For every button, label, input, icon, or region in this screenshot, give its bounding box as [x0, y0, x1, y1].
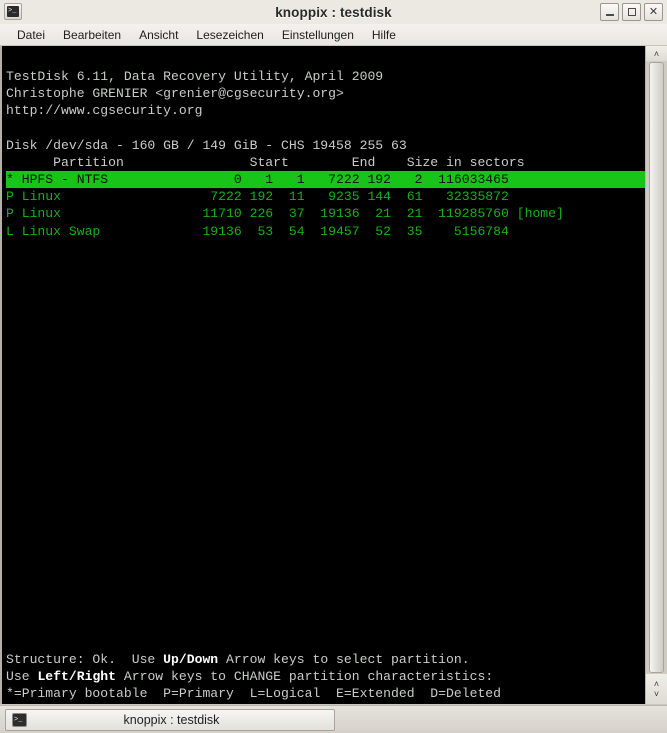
terminal-icon: >_	[12, 712, 27, 727]
menu-bearbeiten[interactable]: Bearbeiten	[54, 26, 130, 44]
terminal-line-app-title: TestDisk 6.11, Data Recovery Utility, Ap…	[6, 69, 384, 85]
scroll-up-icon[interactable]: ˄	[646, 46, 667, 61]
footer-key-a: A	[45, 704, 53, 705]
terminal-icon-glyph: >_	[7, 6, 19, 17]
footer-line-keys: Keys A: add partition, L: load backup, T…	[6, 703, 645, 705]
footer-key-leftright: Left/Right	[37, 669, 117, 685]
terminal-window: >_ knoppix : testdisk ✕ Datei Bearbeiten…	[0, 0, 667, 707]
terminal-line-disk: Disk /dev/sda - 160 GB / 149 GiB - CHS 1…	[6, 137, 407, 153]
menu-einstellungen[interactable]: Einstellungen	[273, 26, 363, 44]
terminal-icon: >_	[4, 3, 22, 20]
minimize-icon	[605, 14, 614, 16]
maximize-icon	[627, 8, 636, 16]
partition-row[interactable]: L Linux Swap 19136 53 54 19457 52 35 515…	[6, 223, 645, 240]
partition-row-selected[interactable]: * HPFS - NTFS 0 1 1 7222 192 2 116033465	[6, 171, 645, 189]
footer-keys-e: : load backup,	[195, 704, 313, 705]
footer-keys-a: Keys	[6, 704, 45, 705]
footer-line-structure: Structure: Ok. Use Up/Down Arrow keys to…	[6, 651, 645, 668]
window-title: knoppix : testdisk	[275, 4, 392, 20]
footer-leftright-a: Use	[6, 669, 38, 685]
terminal-screen[interactable]: TestDisk 6.11, Data Recovery Utility, Ap…	[2, 46, 645, 704]
partition-table-header: Partition Start End Size in sectors	[6, 154, 525, 170]
taskbar: >_ knoppix : testdisk	[0, 705, 667, 733]
minimize-button[interactable]	[600, 3, 619, 21]
partition-row[interactable]: P Linux 11710 226 37 19136 21 21 1192857…	[6, 205, 645, 222]
terminal-scrollbar[interactable]: ˄ ˄ ˅	[645, 46, 667, 704]
desktop: TestDisk DE - CGSec... × co M Google Mai…	[0, 0, 667, 733]
scrollbar-thumb[interactable]	[649, 62, 664, 673]
footer-line-leftright: Use Left/Right Arrow keys to CHANGE part…	[6, 668, 645, 685]
menu-lesezeichen[interactable]: Lesezeichen	[187, 26, 272, 44]
footer-keys-i: : list files,	[446, 704, 548, 705]
menu-hilfe[interactable]: Hilfe	[363, 26, 405, 44]
footer-structure-c: Arrow keys to select partition.	[218, 652, 470, 668]
menu-datei[interactable]: Datei	[8, 26, 54, 44]
menu-ansicht[interactable]: Ansicht	[130, 26, 187, 44]
terminal-line-url: http://www.cgsecurity.org	[6, 103, 203, 119]
menubar: Datei Bearbeiten Ansicht Lesezeichen Ein…	[0, 24, 667, 46]
footer-key-p: P	[438, 704, 446, 705]
partition-row[interactable]: P Linux 7222 192 11 9235 144 61 32335872	[6, 188, 645, 205]
scroll-down-icon[interactable]: ˅	[654, 689, 659, 699]
scrollbar-track[interactable]	[646, 61, 667, 674]
footer-structure-a: Structure: Ok. Use	[6, 652, 164, 668]
close-button[interactable]: ✕	[644, 3, 663, 21]
footer-key-l: L	[187, 704, 195, 705]
terminal-area: TestDisk 6.11, Data Recovery Utility, Ap…	[0, 46, 667, 704]
taskbar-button-testdisk[interactable]: >_ knoppix : testdisk	[5, 708, 335, 731]
footer-line-legend: *=Primary bootable P=Primary L=Logical E…	[6, 686, 502, 702]
terminal-line-author: Christophe GRENIER <grenier@cgsecurity.o…	[6, 86, 344, 102]
window-titlebar[interactable]: >_ knoppix : testdisk ✕	[0, 0, 667, 24]
scroll-up-icon-bottom[interactable]: ˄	[654, 679, 659, 689]
scrollbar-bottom-arrows[interactable]: ˄ ˅	[646, 674, 667, 704]
taskbar-button-label: knoppix : testdisk	[123, 712, 220, 727]
window-controls: ✕	[600, 3, 663, 21]
footer-keys-c: : add partition,	[53, 704, 187, 705]
footer-key-updown: Up/Down	[163, 652, 219, 668]
terminal-empty-region	[6, 257, 645, 634]
footer-keys-g: : change type,	[320, 704, 438, 705]
footer-leftright-c: Arrow keys to CHANGE partition character…	[116, 669, 494, 685]
maximize-button[interactable]	[622, 3, 641, 21]
